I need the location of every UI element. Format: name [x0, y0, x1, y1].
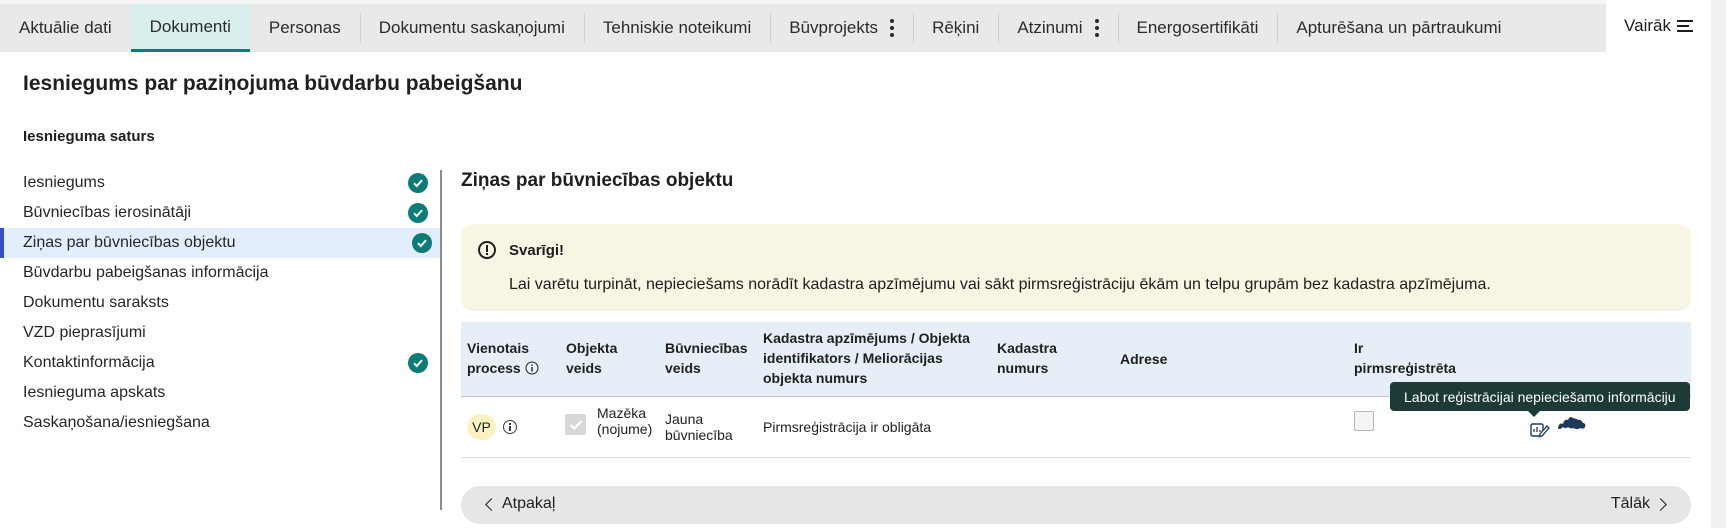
step-dokumentu-saraksts[interactable]: Dokumentu saraksts [0, 288, 440, 318]
header-line: Būvniecības [665, 340, 748, 356]
check-circle-icon [408, 173, 428, 193]
header-preregistered: Ir pirmsreģistrēta [1354, 338, 1456, 378]
step-iesnieguma-apskats[interactable]: Iesnieguma apskats [0, 378, 440, 408]
cell-line: Mazēka [597, 405, 647, 421]
step-footer: Atpakaļ Tālāk [461, 486, 1691, 524]
chevron-right-icon [1654, 497, 1667, 511]
tab-label: Dokumenti [149, 16, 231, 36]
check-circle-icon [408, 203, 428, 223]
kebab-menu-icon[interactable] [1094, 19, 1099, 37]
chevron-left-icon [485, 497, 498, 511]
object-type-cell: Mazēka (nojume) [597, 405, 652, 437]
header-line: pirmsreģistrēta [1354, 360, 1456, 376]
tab-energosertifikati[interactable]: Energosertifikāti [1117, 4, 1278, 52]
check-circle-icon [412, 233, 432, 253]
step-zinas-par-objektu[interactable]: Ziņas par būvniecības objektu [0, 228, 440, 258]
header-line: veids [566, 360, 602, 376]
step-label: Ziņas par būvniecības objektu [23, 234, 236, 251]
step-saskanosana-iesniegsana[interactable]: Saskaņošana/iesniegšana [0, 408, 440, 438]
content-title: Ziņas par būvniecības objektu [461, 170, 734, 191]
header-line: identifikators / Meliorācijas [763, 350, 943, 366]
edit-tooltip: Labot reģistrācijai nepieciešamo informā… [1390, 382, 1690, 417]
info-icon[interactable] [525, 360, 539, 380]
tab-label: Energosertifikāti [1136, 18, 1259, 37]
process-badge: VP [467, 414, 496, 440]
header-line: objekta numurs [763, 370, 868, 386]
step-label: Iesnieguma apskats [23, 384, 166, 401]
back-button[interactable]: Atpakaļ [485, 495, 556, 513]
step-kontaktinformacija[interactable]: Kontaktinformācija [0, 348, 440, 378]
tab-label: Tehniskie noteikumi [602, 18, 752, 37]
tab-atzinumi[interactable]: Atzinumi [998, 4, 1117, 52]
header-construction-type: Būvniecības veids [665, 338, 747, 378]
cell-line: Jauna [665, 411, 704, 427]
step-buvdarbu-pabeigsanas-informacija[interactable]: Būvdarbu pabeigšanas informācija [0, 258, 440, 288]
step-label: Būvniecības ierosinātāji [23, 204, 192, 221]
header-line: numurs [997, 360, 1049, 376]
step-vzd-pieprasijumi[interactable]: VZD pieprasījumi [0, 318, 440, 348]
edit-registration-icon[interactable] [1530, 421, 1550, 439]
tab-personas[interactable]: Personas [250, 4, 360, 52]
more-tabs-button[interactable]: Vairāk [1606, 0, 1711, 52]
info-icon[interactable] [503, 420, 517, 434]
latvia-map-icon[interactable] [1557, 415, 1587, 435]
tab-apturesana[interactable]: Apturēšana un pārtraukumi [1277, 4, 1520, 52]
tab-buvprojekts[interactable]: Būvprojekts [770, 4, 913, 52]
check-circle-icon [408, 353, 428, 373]
section-label: Iesnieguma saturs [23, 128, 155, 145]
warning-info-icon [478, 241, 496, 259]
header-cadastre-number: Kadastra numurs [997, 338, 1057, 378]
step-label: VZD pieprasījumi [23, 324, 146, 341]
step-label: Kontaktinformācija [23, 354, 155, 371]
tab-label: Apturēšana un pārtraukumi [1296, 18, 1502, 37]
tab-label: Aktuālie dati [19, 18, 112, 37]
next-label: Tālāk [1610, 495, 1650, 512]
header-line: veids [665, 360, 701, 376]
back-label: Atpakaļ [502, 495, 556, 512]
cell-line: (nojume) [597, 421, 653, 437]
step-iesniegums[interactable]: Iesniegums [0, 168, 440, 198]
step-label: Saskaņošana/iesniegšana [23, 414, 210, 431]
page-title: Iesniegums par paziņojuma būvdarbu pabei… [23, 72, 523, 95]
cadastre-cell: Pirmsreģistrācija ir obligāta [763, 419, 932, 435]
kebab-menu-icon[interactable] [890, 19, 895, 37]
alert-text: Lai varētu turpināt, nepieciešams norādī… [509, 276, 1491, 293]
header-unified-process: Vienotais process [467, 338, 547, 380]
step-label: Dokumentu saraksts [23, 294, 169, 311]
important-alert: Svarīgi! Lai varētu turpināt, nepiecieša… [461, 224, 1691, 311]
top-tab-bar: Aktuālie dati Dokumenti Personas Dokumen… [0, 0, 1711, 52]
step-navigation: Iesniegums Būvniecības ierosinātāji Ziņa… [0, 168, 440, 438]
tab-label: Dokumentu saskaņojumi [378, 18, 565, 37]
preregistered-checkbox[interactable] [1354, 411, 1374, 431]
next-button[interactable]: Tālāk [1610, 495, 1667, 513]
tab-label: Būvprojekts [789, 18, 879, 37]
hamburger-icon [1676, 20, 1693, 32]
header-line: Ir [1354, 340, 1364, 356]
header-line: Kadastra [997, 340, 1057, 356]
tab-label: Rēķini [932, 18, 980, 37]
header-object-type: Objekta veids [566, 338, 617, 378]
header-label: Vienotais process [467, 340, 529, 376]
more-tabs-label: Vairāk [1624, 16, 1671, 35]
header-line: Kadastra apzīmējums / Objekta [763, 330, 970, 346]
vertical-divider [440, 170, 442, 510]
object-type-checkbox [565, 414, 586, 435]
page-scroll-gutter [1711, 0, 1726, 528]
tab-label: Atzinumi [1017, 18, 1083, 37]
construction-type-cell: Jauna būvniecība [665, 411, 733, 443]
tab-rekini[interactable]: Rēķini [913, 4, 998, 52]
tab-tehniskie-noteikumi[interactable]: Tehniskie noteikumi [583, 4, 770, 52]
step-label: Būvdarbu pabeigšanas informācija [23, 264, 269, 281]
cell-line: būvniecība [665, 427, 733, 443]
step-label: Iesniegums [23, 174, 105, 191]
tab-dokumentu-saskanojumi[interactable]: Dokumentu saskaņojumi [359, 4, 584, 52]
tab-label: Personas [268, 18, 341, 37]
header-cadastre: Kadastra apzīmējums / Objekta identifika… [763, 328, 970, 388]
alert-title: Svarīgi! [509, 242, 565, 259]
tab-dokumenti[interactable]: Dokumenti [130, 4, 250, 52]
header-line: Objekta [566, 340, 618, 356]
step-buvniecibas-ierosinataji[interactable]: Būvniecības ierosinātāji [0, 198, 440, 228]
header-address: Adrese [1120, 351, 1168, 367]
tab-aktualie-dati[interactable]: Aktuālie dati [0, 4, 131, 52]
